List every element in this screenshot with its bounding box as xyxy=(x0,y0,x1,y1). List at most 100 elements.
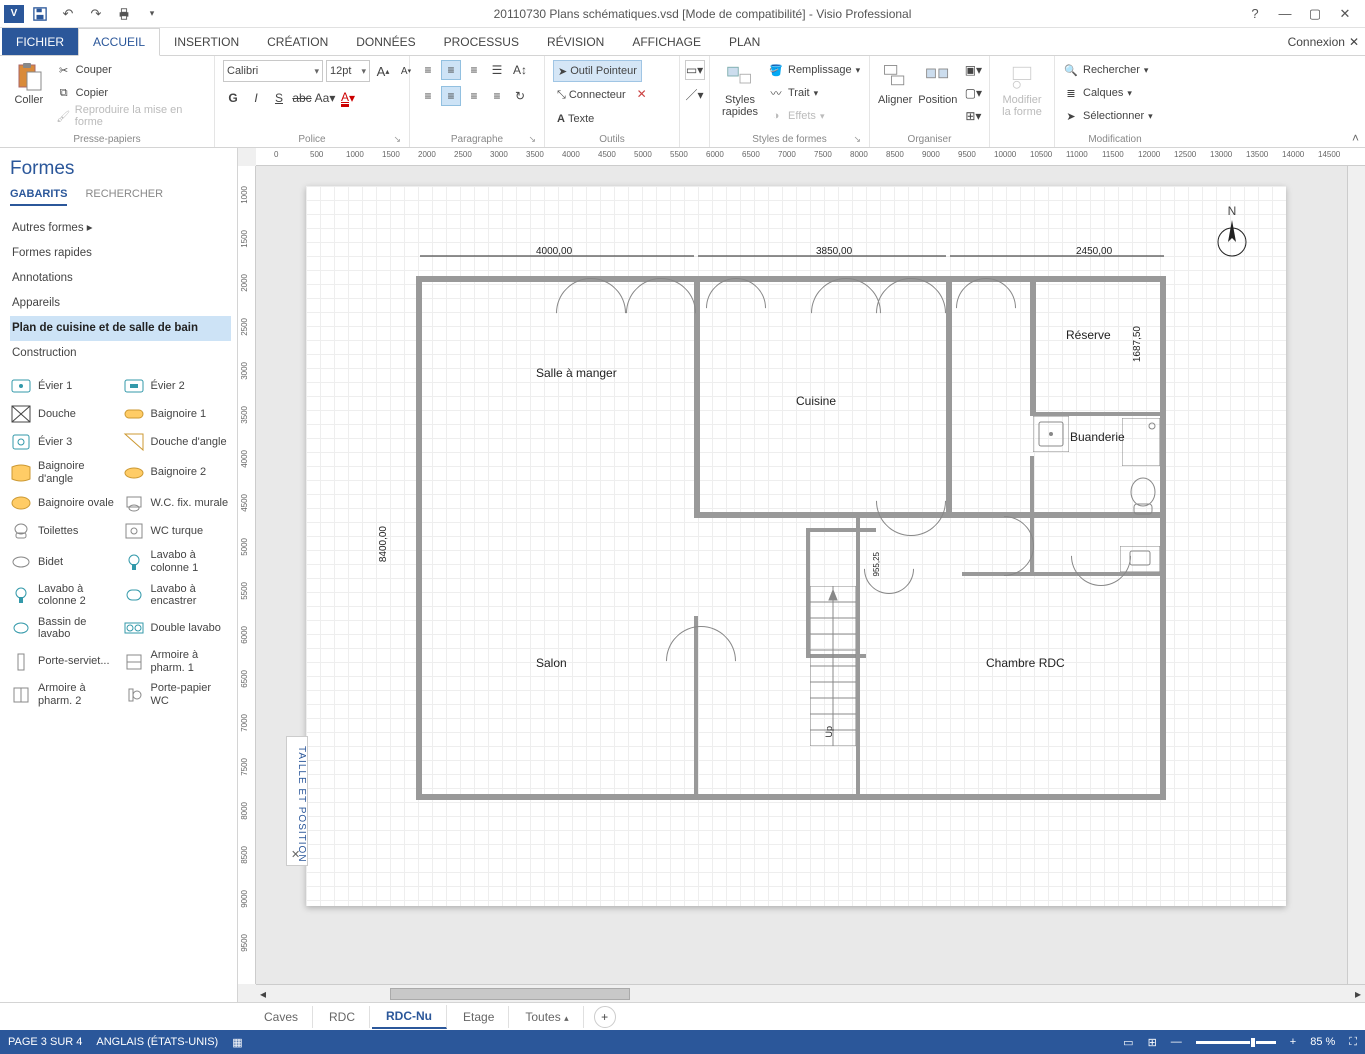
tab-accueil[interactable]: ACCUEIL xyxy=(78,28,160,56)
shape-item[interactable]: Douche xyxy=(10,404,119,424)
shape-item[interactable]: Porte-serviet... xyxy=(10,649,119,674)
align-top-icon[interactable]: ≡ xyxy=(418,60,438,80)
shape-item[interactable]: Baignoire ovale xyxy=(10,493,119,513)
bring-front-icon[interactable]: ▣▾ xyxy=(963,60,983,80)
align-middle-icon[interactable]: ≡ xyxy=(441,60,461,80)
category-cuisine-bain[interactable]: Plan de cuisine et de salle de bain xyxy=(10,316,231,341)
connector-tool[interactable]: ⤡Connecteur xyxy=(553,84,630,106)
bullets-icon[interactable]: ☰ xyxy=(487,60,507,80)
page-tab-toutes[interactable]: Toutes ▴ xyxy=(511,1006,583,1028)
tab-insertion[interactable]: INSERTION xyxy=(160,28,253,55)
connector-close-icon[interactable]: ✕ xyxy=(632,84,652,104)
text-tool[interactable]: ATexte xyxy=(553,108,598,130)
change-case-icon[interactable]: Aa▾ xyxy=(315,88,335,108)
help-icon[interactable]: ? xyxy=(1241,3,1269,25)
tab-revision[interactable]: RÉVISION xyxy=(533,28,618,55)
pointer-tool[interactable]: ➤Outil Pointeur xyxy=(553,60,642,82)
shape-item[interactable]: Armoire à pharm. 2 xyxy=(10,682,119,707)
align-bottom-icon[interactable]: ≡ xyxy=(464,60,484,80)
layers-button[interactable]: ≣Calques▾ xyxy=(1063,83,1153,103)
page-tab-rdc-nu[interactable]: RDC-Nu xyxy=(372,1005,447,1029)
redo-icon[interactable]: ↷ xyxy=(84,3,108,25)
align-left-icon[interactable]: ≡ xyxy=(418,86,438,106)
format-painter-button[interactable]: 🖌Reproduire la mise en forme xyxy=(56,106,206,126)
shape-item[interactable]: Toilettes xyxy=(10,521,119,541)
effects-button[interactable]: ◑Effets▾ xyxy=(768,106,860,126)
scroll-left-icon[interactable]: ◂ xyxy=(256,987,270,1001)
fill-button[interactable]: 🪣Remplissage▾ xyxy=(768,60,860,80)
tab-affichage[interactable]: AFFICHAGE xyxy=(618,28,715,55)
font-size-combo[interactable]: 12pt▾ xyxy=(326,60,370,82)
rotate-text-icon[interactable]: ↻ xyxy=(510,86,530,106)
shape-item[interactable]: Bassin de lavabo xyxy=(10,616,119,641)
scroll-right-icon[interactable]: ▸ xyxy=(1351,987,1365,1001)
shape-item[interactable]: WC turque xyxy=(123,521,232,541)
shape-item[interactable]: Baignoire 1 xyxy=(123,404,232,424)
shape-item[interactable]: Lavabo à colonne 1 xyxy=(123,549,232,574)
collapse-ribbon-icon[interactable]: ˄ xyxy=(1352,131,1359,145)
position-button[interactable]: Position xyxy=(918,60,957,106)
shape-item[interactable]: Baignoire 2 xyxy=(123,460,232,485)
file-tab[interactable]: FICHIER xyxy=(2,28,78,55)
line-tool-icon[interactable]: ／▾ xyxy=(685,84,705,104)
print-icon[interactable] xyxy=(112,3,136,25)
find-button[interactable]: 🔍Rechercher▾ xyxy=(1063,60,1153,80)
strikethrough-icon[interactable]: abc xyxy=(292,88,312,108)
bold-icon[interactable]: G xyxy=(223,88,243,108)
page-indicator[interactable]: PAGE 3 SUR 4 xyxy=(8,1036,82,1048)
tab-processus[interactable]: PROCESSUS xyxy=(430,28,533,55)
select-button[interactable]: ➤Sélectionner▾ xyxy=(1063,106,1153,126)
size-position-tab[interactable]: TAILLE ET POSITION✕ xyxy=(286,736,308,866)
shapes-tab-rechercher[interactable]: RECHERCHER xyxy=(85,188,163,206)
zoom-out-icon[interactable]: — xyxy=(1171,1036,1182,1048)
align-button[interactable]: Aligner xyxy=(878,60,912,106)
drawing-page[interactable]: N xyxy=(306,186,1286,906)
language-indicator[interactable]: ANGLAIS (ÉTATS-UNIS) xyxy=(96,1036,218,1048)
italic-icon[interactable]: I xyxy=(246,88,266,108)
vertical-scrollbar[interactable] xyxy=(1347,166,1365,984)
shape-item[interactable]: Baignoire d'angle xyxy=(10,460,119,485)
close-sidetab-icon[interactable]: ✕ xyxy=(291,848,301,861)
shape-item[interactable]: Lavabo à encastrer xyxy=(123,583,232,608)
shape-item[interactable]: Évier 1 xyxy=(10,376,119,396)
shape-item[interactable]: Armoire à pharm. 1 xyxy=(123,649,232,674)
zoom-level[interactable]: 85 % xyxy=(1310,1036,1335,1048)
page-tab-etage[interactable]: Etage xyxy=(449,1006,509,1028)
shapes-tab-gabarits[interactable]: GABARITS xyxy=(10,188,67,206)
modify-shape-button[interactable]: Modifier la forme xyxy=(998,60,1046,118)
shape-item[interactable]: Double lavabo xyxy=(123,616,232,641)
shape-item[interactable]: Douche d'angle xyxy=(123,432,232,452)
category-rapides[interactable]: Formes rapides xyxy=(10,241,231,266)
category-appareils[interactable]: Appareils xyxy=(10,291,231,316)
cut-button[interactable]: ✂Couper xyxy=(56,60,206,80)
send-back-icon[interactable]: ▢▾ xyxy=(963,83,983,103)
paragraph-dialog-launcher[interactable]: ↘ xyxy=(528,134,536,145)
shape-item[interactable]: Bidet xyxy=(10,549,119,574)
close-icon[interactable]: ✕ xyxy=(1331,3,1359,25)
page-tab-caves[interactable]: Caves xyxy=(250,1006,313,1028)
close-signin-icon[interactable]: ✕ xyxy=(1349,35,1359,49)
align-center-icon[interactable]: ≡ xyxy=(441,86,461,106)
styles-dialog-launcher[interactable]: ↘ xyxy=(853,134,861,145)
tab-creation[interactable]: CRÉATION xyxy=(253,28,342,55)
maximize-icon[interactable]: ▢ xyxy=(1301,3,1329,25)
fit-page-icon[interactable]: ⊞ xyxy=(1148,1036,1157,1049)
rectangle-tool-icon[interactable]: ▭▾ xyxy=(685,60,705,80)
shape-item[interactable]: Lavabo à colonne 2 xyxy=(10,583,119,608)
fit-window-icon[interactable]: ⛶ xyxy=(1349,1036,1357,1049)
paste-button[interactable]: Coller xyxy=(8,60,50,106)
add-page-button[interactable]: + xyxy=(594,1006,616,1028)
copy-button[interactable]: ⧉Copier xyxy=(56,83,206,103)
sign-in[interactable]: Connexion✕ xyxy=(1288,28,1359,56)
underline-icon[interactable]: S xyxy=(269,88,289,108)
grow-font-icon[interactable]: A▴ xyxy=(373,61,393,81)
undo-icon[interactable]: ↶ xyxy=(56,3,80,25)
macro-icon[interactable]: ▦ xyxy=(232,1036,242,1049)
zoom-slider[interactable] xyxy=(1196,1041,1276,1044)
line-button[interactable]: 〰Trait▾ xyxy=(768,83,860,103)
shape-item[interactable]: Évier 3 xyxy=(10,432,119,452)
horizontal-ruler[interactable]: 0500100015002000250030003500400045005000… xyxy=(256,148,1365,166)
tab-plan[interactable]: PLAN xyxy=(715,28,774,55)
category-autres[interactable]: Autres formes ▸ xyxy=(10,216,231,241)
group-icon[interactable]: ⊞▾ xyxy=(963,106,983,126)
